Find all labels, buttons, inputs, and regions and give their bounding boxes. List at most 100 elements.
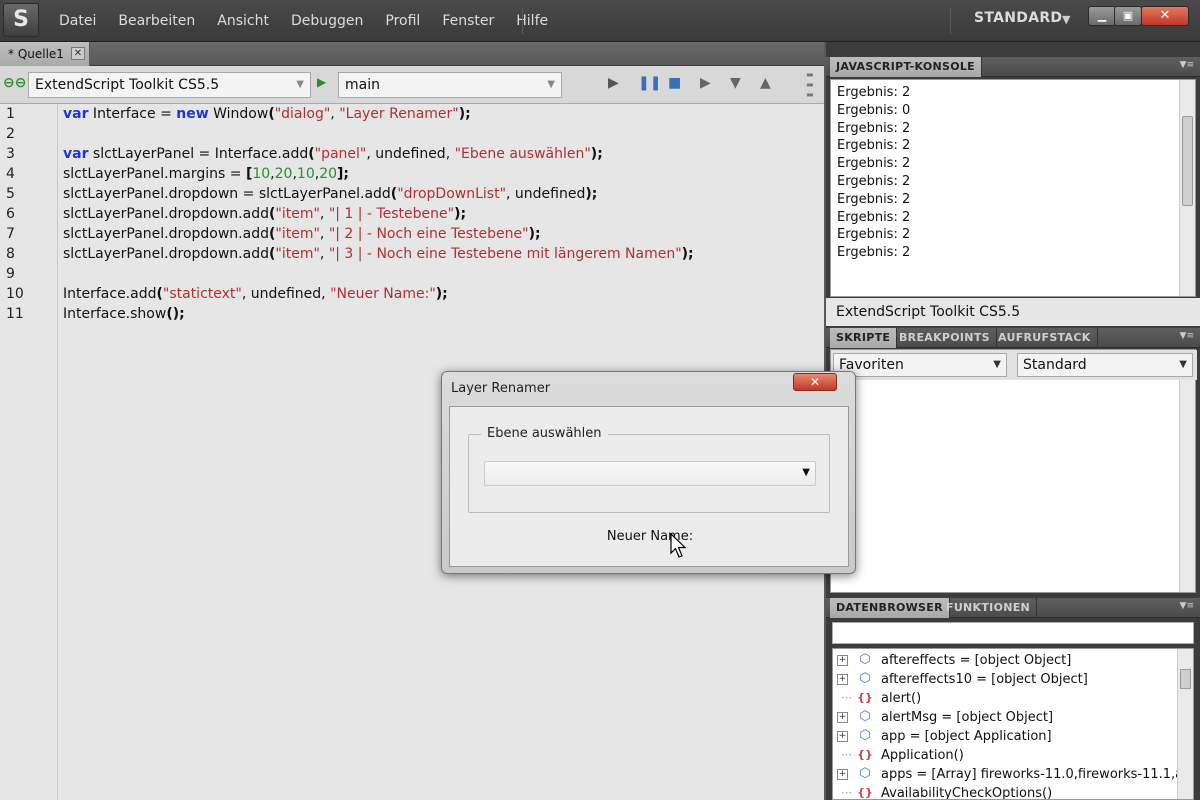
console-line: Ergebnis: 2 [837, 85, 911, 100]
function-icon: {} [857, 786, 873, 799]
right-panels: JAVASCRIPT-KONSOLE ▼≡ Ergebnis: 2 Ergebni… [826, 42, 1200, 800]
function-icon: {} [857, 691, 873, 704]
workspace-divider [950, 8, 951, 34]
tree-item-label: aftereffects = [object Object] [881, 653, 1072, 668]
chevron-down-icon: ▼ [1179, 359, 1187, 370]
close-tab-icon[interactable]: ✕ [71, 47, 85, 60]
expand-icon[interactable]: + [837, 674, 848, 685]
object-icon: ⬡ [859, 728, 871, 743]
engine-value: main [345, 77, 380, 93]
console-lines: Ergebnis: 2 Ergebnis: 0 Ergebnis: 2 Ergebni… [837, 84, 910, 262]
step-into-icon[interactable]: ▼ [730, 75, 741, 91]
step-over-icon[interactable]: ▶ [700, 75, 711, 91]
engine-select[interactable]: main ▼ [338, 72, 562, 98]
line-number: 3 [6, 146, 15, 162]
menu-hilfe[interactable]: Hilfe [505, 13, 559, 29]
minimize-button[interactable]: ▁ [1088, 6, 1116, 26]
document-tab-bar: * Quelle1 ✕ [0, 42, 824, 66]
tree-item-label: app = [object Application] [881, 729, 1052, 744]
line-number: 1 [6, 106, 15, 122]
layer-renamer-dialog: Layer Renamer ✕ Ebene auswählen ▼ Neuer … [441, 371, 856, 574]
line-number: 7 [6, 226, 15, 242]
object-icon: ⬡ [859, 709, 871, 724]
editor-toolbar: ⊖⊖ ExtendScript Toolkit CS5.5 ▼ ▶ main ▼… [0, 66, 824, 104]
tab-funktionen[interactable]: FUNKTIONEN [940, 598, 1038, 618]
panel-menu-icon[interactable]: ▼≡ [1180, 331, 1194, 341]
layer-dropdown[interactable]: ▼ [484, 461, 816, 486]
line-number: 2 [6, 126, 15, 142]
console-line: Ergebnis: 2 [837, 173, 911, 189]
object-icon: ⬡ [859, 671, 871, 686]
expand-icon[interactable]: + [837, 655, 848, 666]
line-number: 11 [6, 306, 24, 322]
scripts-panel-body: Favoriten ▼ Standard ▼ [830, 349, 1197, 593]
tab-javascript-console[interactable]: JAVASCRIPT-KONSOLE [830, 57, 982, 77]
data-browser-filter-input[interactable] [832, 622, 1194, 644]
menu-profil[interactable]: Profil [374, 13, 431, 29]
tree-item-label: AvailabilityCheckOptions() [881, 786, 1053, 800]
close-window-button[interactable]: ✕ [1141, 6, 1189, 26]
scrollbar-thumb[interactable] [1182, 116, 1193, 206]
code-line: slctLayerPanel.dropdown.add("item", "| 1… [63, 206, 467, 222]
tree-item-label: alertMsg = [object Object] [881, 710, 1054, 725]
main-menu: Datei Bearbeiten Ansicht Debuggen Profil… [48, 0, 559, 42]
line-number: 9 [6, 266, 15, 282]
chevron-down-icon: ▼ [547, 79, 555, 90]
app-logo-icon[interactable]: S [3, 3, 39, 37]
expand-icon[interactable]: + [837, 769, 848, 780]
console-output[interactable]: Ergebnis: 2 Ergebnis: 0 Ergebnis: 2 Ergebni… [830, 79, 1196, 297]
play-icon[interactable]: ▶ [317, 75, 326, 89]
object-icon: ⬡ [859, 652, 871, 667]
tab-aufrufstack[interactable]: AUFRUFSTACK [992, 328, 1098, 348]
menu-ansicht[interactable]: Ansicht [206, 13, 280, 29]
code-line: slctLayerPanel.dropdown.add("item", "| 2… [63, 226, 541, 242]
panel-menu-icon[interactable]: ▼≡ [1180, 60, 1194, 70]
pause-icon[interactable]: ❚❚ [638, 75, 661, 91]
menu-bearbeiten[interactable]: Bearbeiten [107, 13, 206, 29]
workspace-switcher[interactable]: STANDARD [974, 10, 1062, 26]
function-icon: {} [857, 748, 873, 761]
tab-breakpoints[interactable]: BREAKPOINTS [893, 328, 997, 348]
console-scrollbar[interactable] [1179, 80, 1195, 296]
tree-branch-icon: ⋯ [841, 748, 852, 761]
menu-datei[interactable]: Datei [48, 13, 107, 29]
console-line: Ergebnis: 2 [837, 245, 911, 261]
chevron-down-icon[interactable]: ▼ [1062, 13, 1070, 26]
menu-debuggen[interactable]: Debuggen [280, 13, 374, 29]
panel-menu-icon[interactable]: ▼≡ [1180, 601, 1194, 611]
tab-skripte[interactable]: SKRIPTE [830, 328, 898, 348]
standard-select[interactable]: Standard ▼ [1017, 353, 1193, 377]
toolbar-options-icon[interactable]: ▬ ▬ ▬ [806, 70, 818, 100]
target-app-select[interactable]: ExtendScript Toolkit CS5.5 ▼ [28, 72, 311, 98]
tab-datenbrowser[interactable]: DATENBROWSER [830, 598, 950, 618]
line-number: 8 [6, 246, 15, 262]
data-browser-scrollbar[interactable] [1177, 649, 1193, 799]
menu-fenster[interactable]: Fenster [431, 13, 505, 29]
scrollbar-thumb[interactable] [1180, 669, 1191, 689]
dialog-content: Ebene auswählen ▼ Neuer Name: [449, 406, 849, 567]
run-icon[interactable]: ▶ [608, 75, 619, 91]
expand-icon[interactable]: + [837, 712, 848, 723]
code-line: Interface.add("statictext", undefined, "… [63, 286, 448, 302]
step-out-icon[interactable]: ▲ [760, 75, 771, 91]
dialog-title: Layer Renamer [451, 381, 551, 396]
scripts-scrollbar[interactable] [1179, 380, 1195, 592]
maximize-button[interactable]: ▣ [1114, 6, 1142, 26]
link-icon[interactable]: ⊖⊖ [3, 76, 26, 90]
document-tab-label: * Quelle1 [8, 47, 64, 61]
expand-icon[interactable]: + [837, 731, 848, 742]
chevron-down-icon: ▼ [296, 79, 304, 90]
data-browser-tree[interactable]: + ⬡ aftereffects = [object Object] + ⬡ aftere… [832, 648, 1194, 800]
tree-branch-icon: ⋯ [841, 691, 852, 704]
menu-divider [522, 8, 523, 34]
console-line: Ergebnis: 2 [837, 227, 911, 243]
panel-title: Ebene auswählen [481, 426, 608, 441]
line-number: 4 [6, 166, 15, 182]
favorites-select[interactable]: Favoriten ▼ [833, 353, 1007, 377]
menu-bar: S Datei Bearbeiten Ansicht Debuggen Prof… [0, 0, 1200, 42]
code-line: slctLayerPanel.margins = [10,20,10,20]; [63, 166, 350, 182]
stop-icon[interactable]: ■ [668, 75, 681, 91]
dialog-close-button[interactable]: ✕ [793, 373, 837, 391]
console-line: Ergebnis: 2 [837, 138, 911, 154]
document-tab[interactable]: * Quelle1 ✕ [0, 42, 90, 66]
